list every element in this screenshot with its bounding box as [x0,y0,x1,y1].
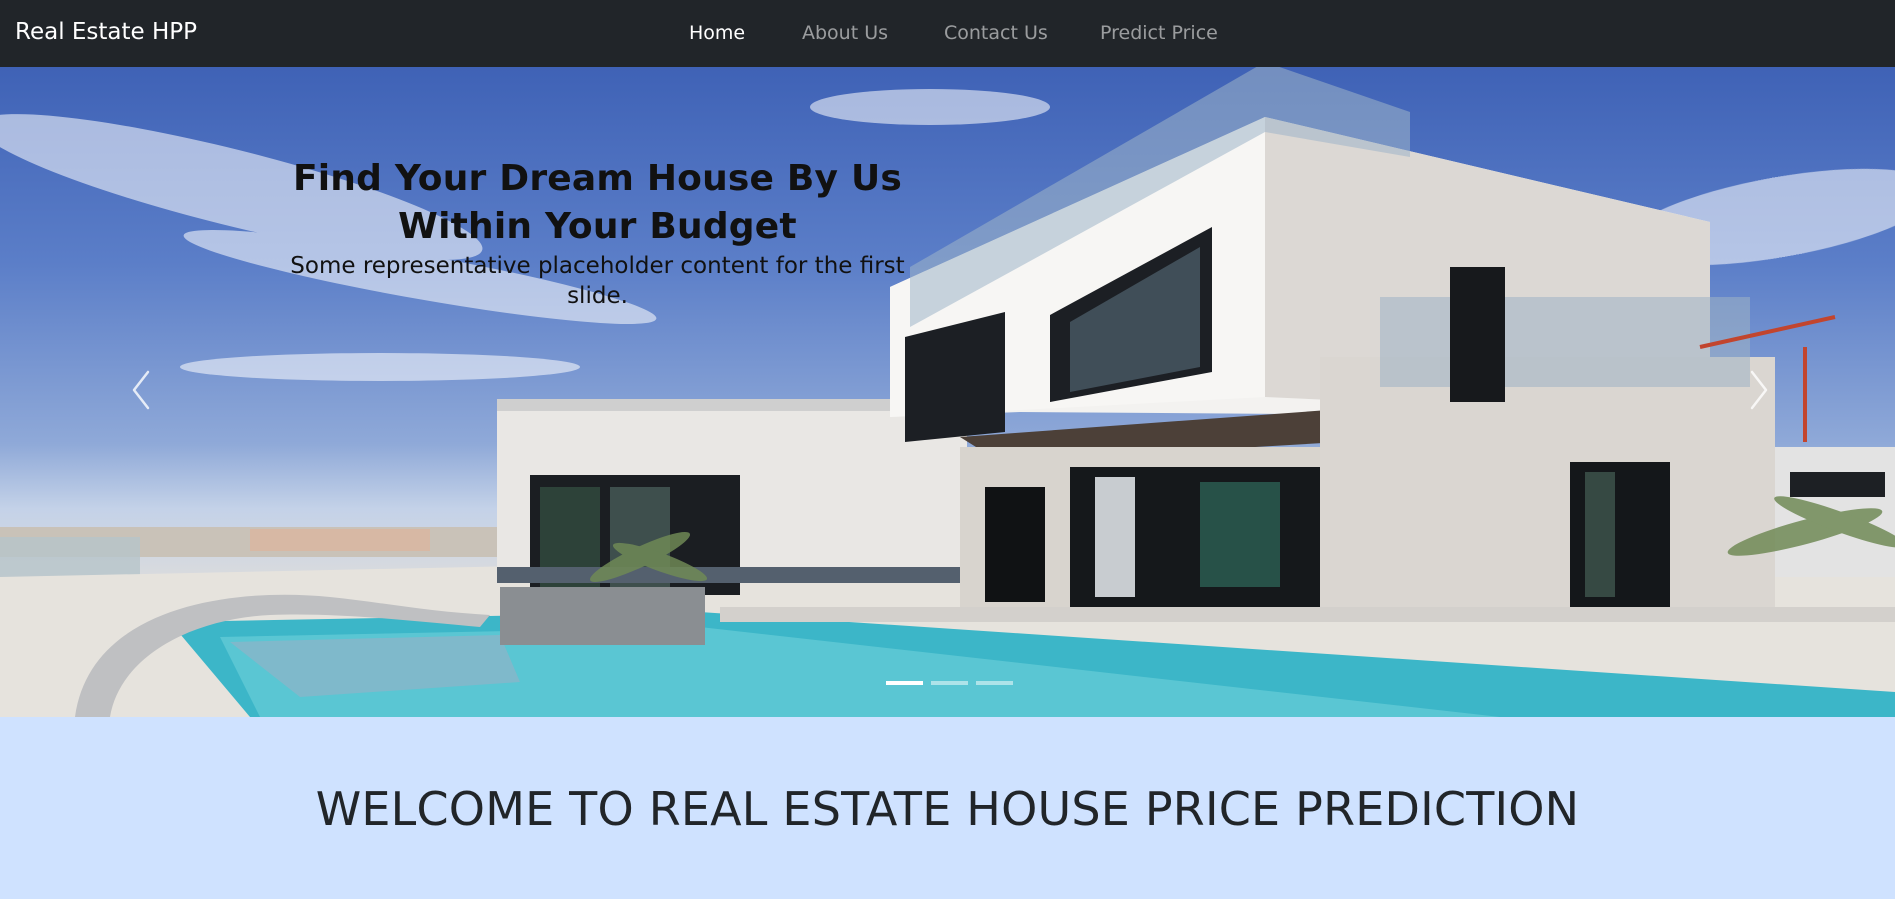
slide-title: Find Your Dream House By Us Within Your … [290,155,905,251]
chevron-left-icon [132,370,150,410]
brand-logo-link[interactable]: Real Estate HPP [15,17,197,47]
slide-text: Some representative placeholder content … [290,253,905,309]
carousel-indicator-3[interactable] [976,681,1013,685]
welcome-heading: WELCOME TO REAL ESTATE HOUSE PRICE PREDI… [315,782,1580,836]
chevron-right-icon [1750,370,1768,410]
nav-link-about-us[interactable]: About Us [802,20,888,46]
nav-link-predict-price[interactable]: Predict Price [1100,20,1218,46]
carousel-indicator-1[interactable] [886,681,923,685]
welcome-section: WELCOME TO REAL ESTATE HOUSE PRICE PREDI… [0,717,1895,899]
top-navbar: Real Estate HPP Home About Us Contact Us… [0,0,1895,67]
nav-link-contact-us[interactable]: Contact Us [944,20,1048,46]
slide-title-line-2: Within Your Budget [398,206,797,247]
hero-carousel: Find Your Dream House By Us Within Your … [0,67,1895,717]
carousel-next-button[interactable] [1728,360,1788,420]
carousel-indicator-2[interactable] [931,681,968,685]
hero-house-image [0,67,1895,717]
carousel-prev-button[interactable] [112,360,172,420]
carousel-caption: Find Your Dream House By Us Within Your … [290,155,905,311]
nav-link-home[interactable]: Home [689,20,745,46]
slide-title-line-1: Find Your Dream House By Us [292,158,903,199]
